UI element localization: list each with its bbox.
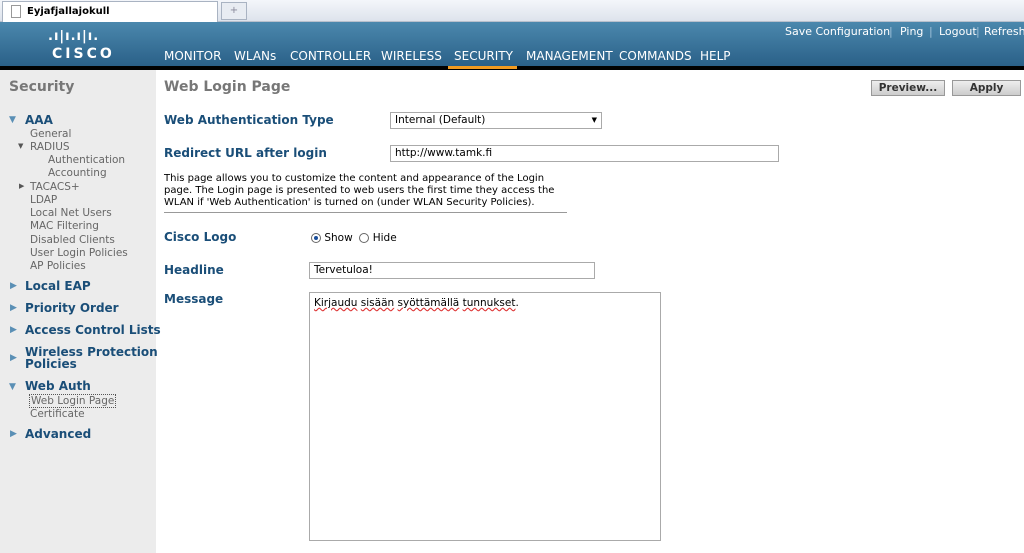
sidebar-item-ldap[interactable]: LDAP <box>30 194 57 206</box>
nav-commands[interactable]: COMMANDS <box>619 49 692 63</box>
active-nav-indicator <box>448 66 517 69</box>
ping-link[interactable]: Ping <box>900 25 923 38</box>
hide-label: Hide <box>372 232 397 244</box>
sidebar-item-authentication[interactable]: Authentication <box>48 154 125 166</box>
collapsed-arrow-icon[interactable]: ▶ <box>10 303 17 313</box>
cisco-logo: CISCO <box>52 46 115 62</box>
collapsed-arrow-icon[interactable]: ▶ <box>19 182 24 190</box>
collapsed-arrow-icon[interactable]: ▶ <box>10 325 17 335</box>
sidebar-item-certificate[interactable]: Certificate <box>30 408 85 420</box>
collapsed-arrow-icon[interactable]: ▶ <box>10 281 17 291</box>
save-configuration-link[interactable]: Save Configuration <box>785 25 890 38</box>
logo-radio-group: Show Hide <box>311 232 397 244</box>
cisco-logo-label: Cisco Logo <box>164 230 237 244</box>
message-label: Message <box>164 292 224 306</box>
help-text: This page allows you to customize the co… <box>164 173 555 208</box>
logout-link[interactable]: Logout <box>939 25 977 38</box>
new-tab-button[interactable]: + <box>221 2 247 20</box>
hide-radio[interactable] <box>359 233 370 243</box>
preview-button[interactable]: Preview... <box>871 80 945 96</box>
message-word: Kirjaudu <box>314 297 358 309</box>
expanded-arrow-icon[interactable]: ▼ <box>9 382 16 392</box>
sidebar-item-local-net-users[interactable]: Local Net Users <box>30 207 112 219</box>
dropdown-arrow-icon: ▼ <box>591 116 597 124</box>
sidebar-item-accounting[interactable]: Accounting <box>48 167 107 179</box>
nav-wlans[interactable]: WLANs <box>234 49 276 63</box>
divider <box>164 212 567 213</box>
show-label: Show <box>324 232 353 244</box>
nav-security[interactable]: SECURITY <box>454 49 513 63</box>
sidebar-item-disabled-clients[interactable]: Disabled Clients <box>30 234 115 246</box>
web-auth-type-label: Web Authentication Type <box>164 113 334 127</box>
message-word: sisään <box>360 297 395 309</box>
headline-input[interactable]: Tervetuloa! <box>309 262 595 279</box>
sidebar-item-wireless-protection-2[interactable]: Policies <box>25 357 77 371</box>
separator: | <box>889 25 893 38</box>
sidebar-item-ap-policies[interactable]: AP Policies <box>30 260 86 272</box>
sidebar-item-user-login-policies[interactable]: User Login Policies <box>30 247 128 259</box>
browser-tab[interactable]: Eyjafjallajokull <box>2 1 218 22</box>
redirect-url-input[interactable]: http://www.tamk.fi <box>390 145 779 162</box>
expanded-arrow-icon[interactable]: ▼ <box>18 142 23 150</box>
sidebar-item-priority-order[interactable]: Priority Order <box>25 301 119 315</box>
selected-value: Internal (Default) <box>395 114 486 126</box>
collapsed-arrow-icon[interactable]: ▶ <box>10 429 17 439</box>
sidebar-item-tacacs[interactable]: TACACS+ <box>30 181 80 193</box>
sidebar-item-web-login-page[interactable]: Web Login Page <box>29 394 117 408</box>
message-punctuation: . <box>515 297 519 309</box>
separator: | <box>976 25 980 38</box>
nav-help[interactable]: HELP <box>700 49 731 63</box>
sidebar-item-local-eap[interactable]: Local EAP <box>25 279 91 293</box>
collapsed-arrow-icon[interactable]: ▶ <box>10 353 17 363</box>
message-textarea[interactable]: Kirjaudu sisään syöttämällä tunnukset. <box>309 292 661 541</box>
sidebar-title: Security <box>9 79 75 95</box>
apply-button[interactable]: Apply <box>952 80 1021 96</box>
refresh-link[interactable]: Refresh <box>984 25 1024 38</box>
sidebar-item-aaa[interactable]: AAA <box>25 113 53 127</box>
page-icon <box>11 5 21 18</box>
sidebar-item-general[interactable]: General <box>30 128 71 140</box>
headline-label: Headline <box>164 263 224 277</box>
sidebar-item-web-auth[interactable]: Web Auth <box>25 379 91 393</box>
nav-management[interactable]: MANAGEMENT <box>526 49 613 63</box>
nav-monitor[interactable]: MONITOR <box>164 49 221 63</box>
sidebar-item-acl[interactable]: Access Control Lists <box>25 323 161 337</box>
sidebar-item-advanced[interactable]: Advanced <box>25 427 91 441</box>
expanded-arrow-icon[interactable]: ▼ <box>9 115 16 125</box>
cisco-logo-icon: .ı|ı.ı|ı. <box>48 29 100 44</box>
nav-wireless[interactable]: WIRELESS <box>381 49 442 63</box>
message-word: syöttämällä <box>397 297 460 309</box>
sidebar-item-radius[interactable]: RADIUS <box>30 141 70 153</box>
show-radio[interactable] <box>311 233 321 243</box>
message-word: tunnukset <box>462 297 516 309</box>
nav-controller[interactable]: CONTROLLER <box>290 49 371 63</box>
redirect-url-label: Redirect URL after login <box>164 146 327 160</box>
tab-title: Eyjafjallajokull <box>27 6 110 17</box>
separator: | <box>929 25 933 38</box>
web-auth-type-select[interactable]: Internal (Default) ▼ <box>390 112 602 129</box>
sidebar-item-mac-filtering[interactable]: MAC Filtering <box>30 220 99 232</box>
page-title: Web Login Page <box>164 79 291 95</box>
